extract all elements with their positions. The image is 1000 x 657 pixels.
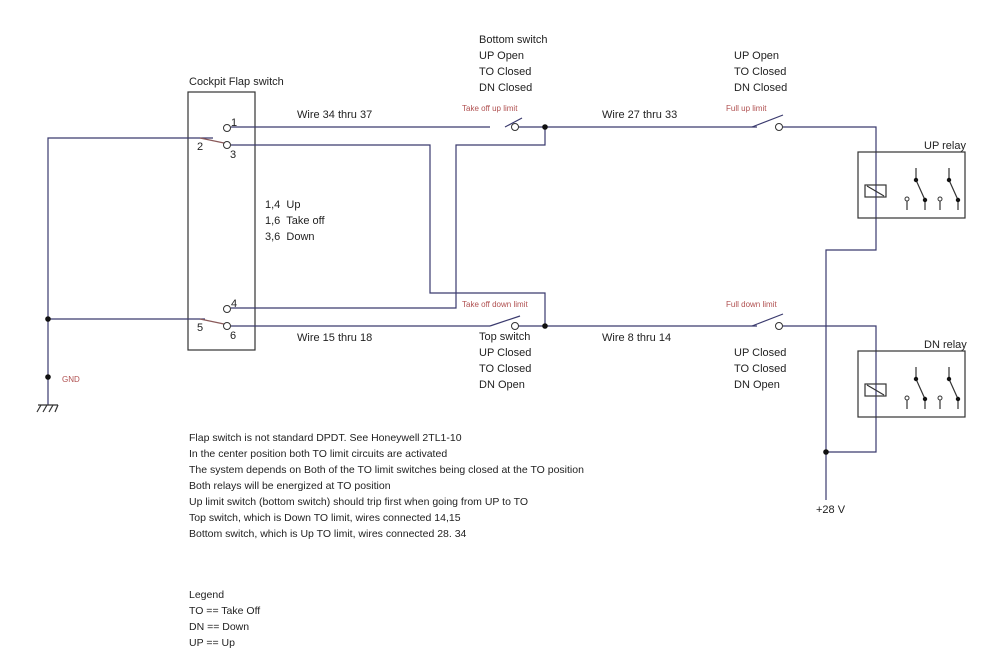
terminal-4 xyxy=(223,305,231,313)
full-down-states: UP Closed TO Closed DN Open xyxy=(734,345,786,393)
wire-label-15-18: Wire 15 thru 18 xyxy=(297,332,373,344)
up-relay-contacts xyxy=(906,168,959,210)
note-line: Up limit switch (bottom switch) should t… xyxy=(189,496,529,508)
dn-relay-no-1 xyxy=(922,396,928,402)
dn-relay-label: DN relay xyxy=(924,339,967,351)
dn-relay-no-2 xyxy=(955,396,961,402)
legend-title: Legend xyxy=(189,589,225,601)
dn-relay-contacts xyxy=(906,367,959,409)
junction-common xyxy=(45,316,51,322)
bottom-switch-to: TO Closed xyxy=(479,66,532,78)
wire-label-8-14: Wire 8 thru 14 xyxy=(602,332,672,344)
take-off-down-limit-label: Take off down limit xyxy=(462,300,528,309)
flap-switch-box xyxy=(187,91,256,351)
note-line: Both relays will be energized at TO posi… xyxy=(189,480,391,492)
notes: Flap switch is not standard DPDT. See Ho… xyxy=(189,430,584,542)
wire-to-up-relay xyxy=(783,126,877,452)
up-relay-no-1 xyxy=(922,197,928,203)
legend-item: UP == Up xyxy=(189,637,235,649)
full-down-to: TO Closed xyxy=(734,363,787,375)
power-label: +28 V xyxy=(816,504,846,516)
junction-lower xyxy=(542,323,548,329)
full-up-states: UP Open TO Closed DN Closed xyxy=(734,48,787,96)
legend: Legend TO == Take Off DN == Down UP == U… xyxy=(189,587,260,651)
note-line: Bottom switch, which is Up TO limit, wir… xyxy=(189,528,467,540)
wire-to-dn-relay xyxy=(783,325,877,453)
up-relay-nc-2 xyxy=(937,196,943,202)
switch-blade-upper xyxy=(199,137,225,144)
terminal-1 xyxy=(223,124,231,132)
full-up-limit-label: Full up limit xyxy=(726,104,767,113)
full-down-limit-contact xyxy=(775,322,783,330)
terminal-3 xyxy=(223,141,231,149)
position-down: 3,6 Down xyxy=(265,231,315,243)
terminal-6 xyxy=(223,322,231,330)
junction-gnd xyxy=(45,374,51,380)
bottom-switch-states: Bottom switch UP Open TO Closed DN Close… xyxy=(479,32,547,96)
full-up-limit-contact xyxy=(775,123,783,131)
terminal-label-6: 6 xyxy=(230,330,237,342)
junction-upper xyxy=(542,124,548,130)
up-relay-com-2 xyxy=(946,177,952,183)
terminal-label-5: 5 xyxy=(197,322,204,334)
top-switch-dn: DN Open xyxy=(479,379,525,391)
dn-relay-com-1 xyxy=(913,376,919,382)
full-down-dn: DN Open xyxy=(734,379,780,391)
terminal-label-1: 1 xyxy=(231,117,238,129)
dn-relay-nc-2 xyxy=(937,395,943,401)
wire-label-34-37: Wire 34 thru 37 xyxy=(297,109,373,121)
full-up-dn: DN Closed xyxy=(734,82,788,94)
bottom-switch-up: UP Open xyxy=(479,50,525,62)
switch-positions: 1,4 Up 1,6 Take off 3,6 Down xyxy=(265,197,325,245)
note-line: In the center position both TO limit cir… xyxy=(189,448,448,460)
legend-item: TO == Take Off xyxy=(189,605,261,617)
dn-relay-nc-1 xyxy=(904,395,910,401)
up-relay-label: UP relay xyxy=(924,140,966,152)
up-relay-no-2 xyxy=(955,197,961,203)
full-down-limit-label: Full down limit xyxy=(726,300,777,309)
wire-label-27-33: Wire 27 thru 33 xyxy=(602,109,678,121)
junction-28v xyxy=(823,449,829,455)
take-off-up-limit-label: Take off up limit xyxy=(462,104,518,113)
full-up-to: TO Closed xyxy=(734,66,787,78)
ground-symbol xyxy=(36,404,59,413)
bottom-switch-title: Bottom switch xyxy=(479,34,548,46)
top-switch-to: TO Closed xyxy=(479,363,532,375)
full-down-up: UP Closed xyxy=(734,347,787,359)
switch-blade-lower xyxy=(199,318,225,325)
gnd-label: GND xyxy=(62,375,80,384)
note-line: Top switch, which is Down TO limit, wire… xyxy=(189,512,461,524)
terminal-label-4: 4 xyxy=(231,298,238,310)
legend-item: DN == Down xyxy=(189,621,250,633)
flap-switch-title: Cockpit Flap switch xyxy=(189,76,284,88)
position-take-off: 1,6 Take off xyxy=(265,215,325,227)
note-line: Flap switch is not standard DPDT. See Ho… xyxy=(189,432,462,444)
top-switch-states: Top switch UP Closed TO Closed DN Open xyxy=(479,329,531,393)
top-switch-up: UP Closed xyxy=(479,347,532,359)
dn-relay-com-2 xyxy=(946,376,952,382)
terminal-label-3: 3 xyxy=(230,149,237,161)
top-switch-title: Top switch xyxy=(479,331,531,343)
full-up-up: UP Open xyxy=(734,50,780,62)
up-relay-com-1 xyxy=(913,177,919,183)
bottom-switch-dn: DN Closed xyxy=(479,82,533,94)
position-up: 1,4 Up xyxy=(265,199,301,211)
up-relay-nc-1 xyxy=(904,196,910,202)
note-line: The system depends on Both of the TO lim… xyxy=(189,464,584,476)
terminal-label-2: 2 xyxy=(197,141,204,153)
take-off-up-limit-contact xyxy=(511,123,519,131)
